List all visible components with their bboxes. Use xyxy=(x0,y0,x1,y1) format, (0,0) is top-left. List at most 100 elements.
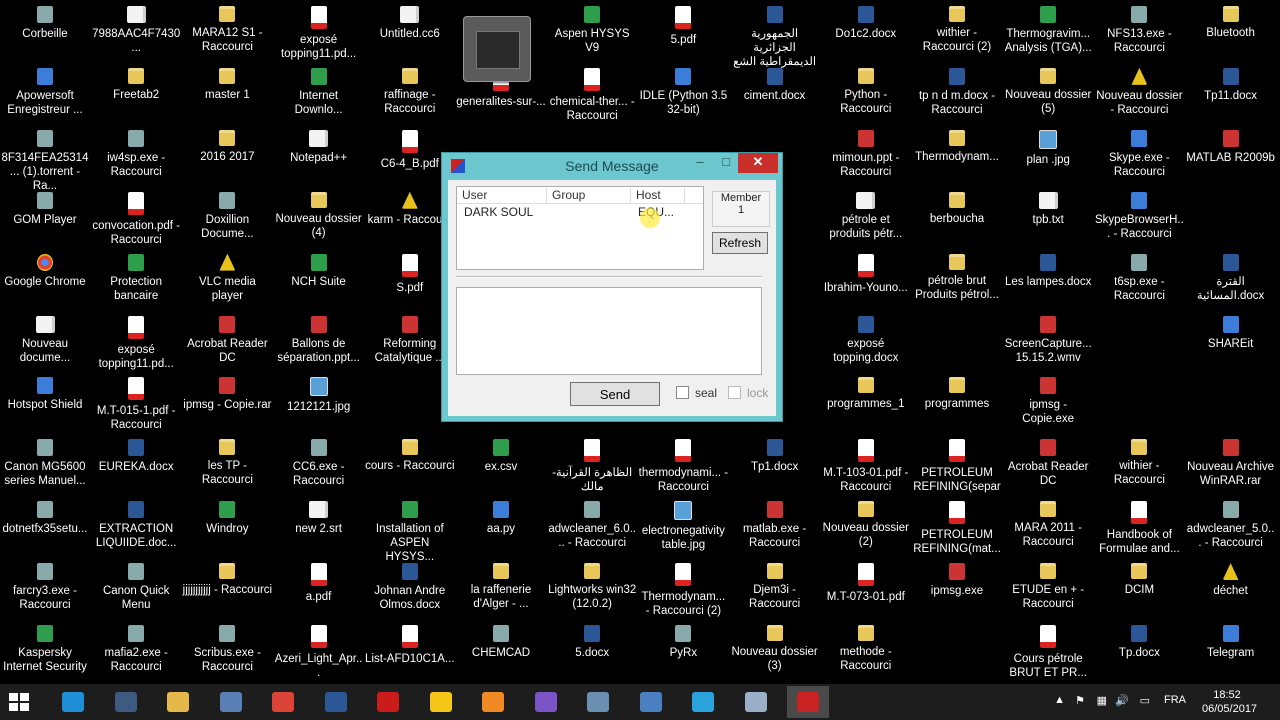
desktop-icon[interactable]: Kaspersky Internet Security xyxy=(0,625,90,674)
desktop-icon[interactable]: matlab.exe - Raccourci xyxy=(730,501,820,550)
desktop-icon[interactable]: الظاهرة القرآنية-مالك xyxy=(547,439,637,494)
desktop-icon[interactable]: M.T-073-01.pdf xyxy=(821,563,911,604)
desktop-icon[interactable]: Azeri_Light_Apr... xyxy=(274,625,364,680)
desktop-icon[interactable]: PETROLEUM REFINING(separ... xyxy=(912,439,1002,508)
desktop-icon[interactable]: raffinage - Raccourci xyxy=(365,67,455,116)
desktop-icon[interactable]: DCIM xyxy=(1094,563,1184,597)
desktop-icon[interactable]: Nouveau dossier (4) xyxy=(274,191,364,240)
desktop-icon[interactable]: Tp.docx xyxy=(1094,625,1184,660)
desktop-icon[interactable]: ipmsg - Copie.rar xyxy=(182,377,272,412)
seal-checkbox[interactable]: seal xyxy=(676,386,717,400)
taskbar-chrome-button[interactable] xyxy=(262,686,304,718)
desktop-icon[interactable]: déchet xyxy=(1186,563,1276,598)
desktop-icon[interactable]: les TP - Raccourci xyxy=(182,439,272,487)
desktop-icon[interactable]: IDLE (Python 3.5 32-bit) xyxy=(638,67,728,117)
desktop-icon[interactable]: adwcleaner_5.0... - Raccourci xyxy=(1186,501,1276,550)
desktop-icon[interactable]: Les lampes.docx xyxy=(1003,253,1093,289)
desktop-icon[interactable]: farcry3.exe - Raccourci xyxy=(0,563,90,612)
desktop-icon[interactable]: berboucha xyxy=(912,191,1002,226)
seal-checkbox-box[interactable] xyxy=(676,386,689,399)
minimize-button[interactable]: – xyxy=(688,153,712,173)
desktop-icon[interactable]: tpb.txt xyxy=(1003,191,1093,227)
desktop-icon[interactable]: Cours pétrole BRUT ET PR... xyxy=(1003,625,1093,680)
desktop-icon[interactable]: Thermogravim... Analysis (TGA)... xyxy=(1003,6,1093,55)
send-button[interactable]: Send xyxy=(570,382,660,406)
desktop-icon[interactable]: CC6.exe - Raccourci xyxy=(274,439,364,488)
desktop-icon[interactable]: ipmsg.exe xyxy=(912,563,1002,598)
volume-icon[interactable]: 🔊 xyxy=(1115,694,1129,707)
desktop-icon[interactable]: List-AFD10C1A... xyxy=(365,625,455,666)
taskbar-app-button[interactable] xyxy=(735,686,777,718)
language-indicator[interactable]: FRA xyxy=(1164,694,1186,706)
maximize-button[interactable]: □ xyxy=(714,153,738,173)
desktop-icon[interactable]: Nouveau dossier (3) xyxy=(730,625,820,673)
desktop-icon[interactable]: Nouveau dossier (5) xyxy=(1003,67,1093,116)
desktop-icon[interactable]: Tp11.docx xyxy=(1186,67,1276,103)
desktop-icon[interactable]: Ibrahim-Youno... xyxy=(821,253,911,295)
desktop-icon[interactable]: Installation of ASPEN HYSYS... xyxy=(365,501,455,564)
desktop-icon[interactable]: jjjjjjjjjjj - Raccourci xyxy=(182,563,272,597)
desktop-icon[interactable]: Ballons de séparation.ppt... xyxy=(274,315,364,365)
desktop-icon[interactable]: a.pdf xyxy=(274,563,364,604)
desktop-icon[interactable]: Python - Raccourci xyxy=(821,67,911,116)
taskbar-word-button[interactable] xyxy=(315,686,357,718)
desktop-icon[interactable]: exposé topping.docx xyxy=(821,315,911,365)
desktop-gadget[interactable] xyxy=(463,16,531,82)
user-row[interactable]: DARK SOUL EQU... xyxy=(457,205,703,221)
desktop-icon[interactable]: PyRx xyxy=(638,625,728,660)
desktop-icon[interactable]: Lightworks win32 (12.0.2) xyxy=(547,563,637,611)
desktop-icon[interactable]: exposé topping11.pd... xyxy=(91,315,181,371)
desktop-icon[interactable]: Acrobat Reader DC xyxy=(182,315,272,365)
desktop-icon[interactable]: Acrobat Reader DC xyxy=(1003,439,1093,488)
desktop-icon[interactable]: SHAREit xyxy=(1186,315,1276,351)
desktop-icon[interactable]: t6sp.exe - Raccourci xyxy=(1094,253,1184,303)
close-button[interactable]: ✕ xyxy=(738,153,778,173)
splitter[interactable] xyxy=(456,276,762,278)
desktop-icon[interactable]: tp n d m.docx - Raccourci xyxy=(912,67,1002,117)
desktop-icon[interactable]: dotnetfx35setu... xyxy=(0,501,90,536)
taskbar-opera-button[interactable] xyxy=(367,686,409,718)
desktop-icon[interactable]: MARA 2011 - Raccourci xyxy=(1003,501,1093,549)
desktop-icon[interactable]: methode - Raccourci xyxy=(821,625,911,673)
taskbar-ipmsg-button[interactable] xyxy=(787,686,829,718)
desktop-icon[interactable]: Johnan Andre Olmos.docx xyxy=(365,563,455,612)
desktop-icon[interactable]: electronegativity table.jpg xyxy=(638,501,728,552)
flag-icon[interactable]: ⚑ xyxy=(1075,694,1085,707)
dialog-titlebar[interactable]: Send Message – □ ✕ xyxy=(442,153,782,179)
desktop-icon[interactable]: Freetab2 xyxy=(91,67,181,102)
taskbar-telegram-button[interactable] xyxy=(682,686,724,718)
desktop-icon[interactable]: Protection bancaire xyxy=(91,253,181,303)
column-header-host[interactable]: Host xyxy=(631,188,685,203)
desktop-icon[interactable]: Apowersoft Enregistreur ... xyxy=(0,67,90,117)
desktop-icon[interactable]: Nouveau docume... xyxy=(0,315,90,365)
desktop-icon[interactable]: Internet Downlo... xyxy=(274,67,364,117)
desktop-icon[interactable]: Thermodynam... xyxy=(912,129,1002,164)
taskbar-ie-button[interactable] xyxy=(52,686,94,718)
desktop-icon[interactable]: ScreenCapture... 15.15.2.wmv xyxy=(1003,315,1093,365)
desktop-icon[interactable]: cours - Raccourci xyxy=(365,439,455,473)
battery-icon[interactable]: ▭ xyxy=(1140,694,1150,707)
desktop-icon[interactable]: Nouveau Archive WinRAR.rar xyxy=(1186,439,1276,488)
column-header-group[interactable]: Group xyxy=(547,188,631,203)
desktop-icon[interactable]: القترة المسائية.docx xyxy=(1186,253,1276,303)
clock[interactable]: 18:52 06/05/2017 xyxy=(1202,688,1257,716)
desktop-icon[interactable]: ciment.docx xyxy=(730,67,820,103)
desktop-icon[interactable]: Bluetooth xyxy=(1186,6,1276,40)
taskbar-python-button[interactable] xyxy=(420,686,462,718)
desktop-icon[interactable]: Corbeille xyxy=(0,6,90,41)
lock-checkbox[interactable]: lock xyxy=(728,386,768,400)
desktop-icon[interactable]: SkypeBrowserH... - Raccourci xyxy=(1094,191,1184,241)
desktop-icon[interactable]: الجمهورية الجزائرية الديمقراطية الشع xyxy=(730,6,820,69)
taskbar-fc3-button[interactable] xyxy=(105,686,147,718)
desktop-icon[interactable]: adwcleaner_6.0.... - Raccourci xyxy=(547,501,637,550)
desktop-icon[interactable]: master 1 xyxy=(182,67,272,102)
desktop-icon[interactable]: Thermodynam... - Raccourci (2) xyxy=(638,563,728,618)
desktop-icon[interactable]: 5.docx xyxy=(547,625,637,660)
message-input[interactable] xyxy=(456,287,762,375)
column-header-user[interactable]: User xyxy=(457,188,547,203)
desktop-icon[interactable]: VLC media player xyxy=(182,253,272,303)
desktop-icon[interactable]: EXTRACTION LIQUIIDE.doc... xyxy=(91,501,181,550)
desktop-icon[interactable]: plan .jpg xyxy=(1003,129,1093,167)
desktop-icon[interactable]: MATLAB R2009b xyxy=(1186,129,1276,165)
desktop-icon[interactable]: Handbook of Formulae and... xyxy=(1094,501,1184,556)
